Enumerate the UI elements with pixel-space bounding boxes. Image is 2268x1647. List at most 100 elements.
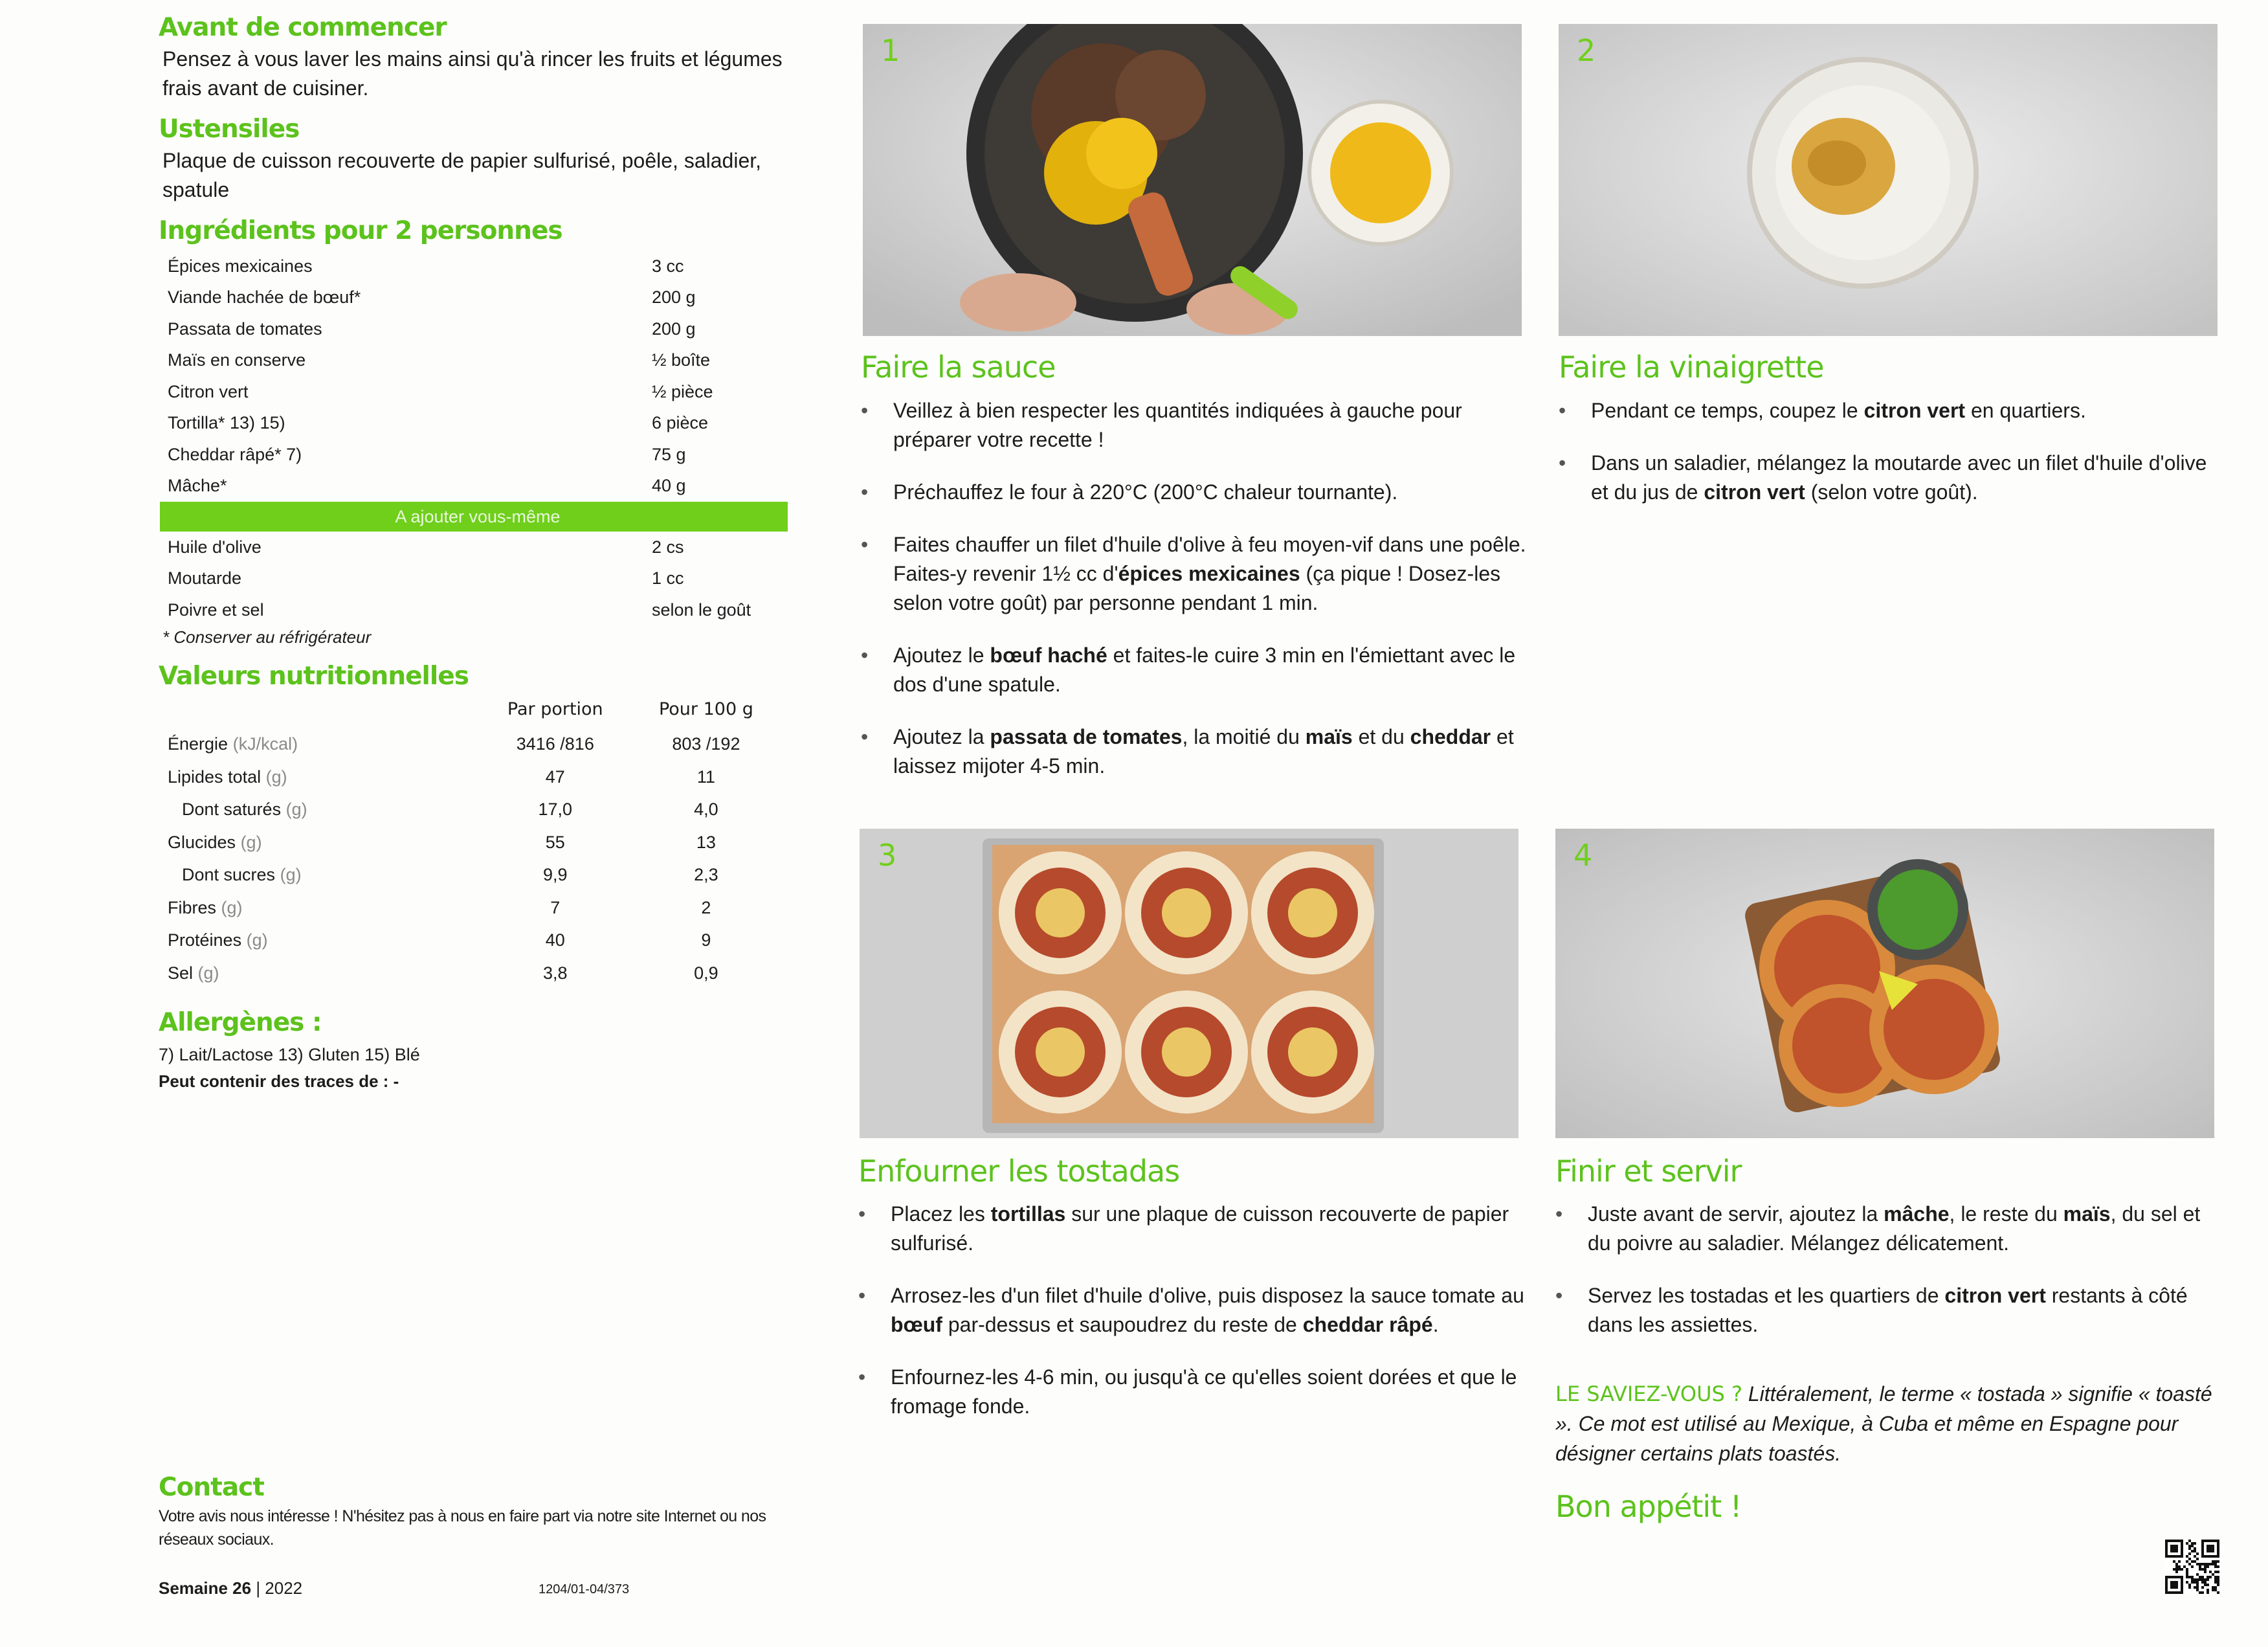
nutrient-unit: (g) (265, 767, 287, 787)
nutrient-per-portion: 47 (545, 767, 565, 787)
instruction-item: Faites chauffer un filet d'huile d'olive… (861, 530, 1528, 618)
nutrient-unit: (g) (280, 865, 302, 885)
ingredient-quantity: ½ boîte (652, 350, 711, 370)
frying-pan-image (863, 24, 1522, 336)
ingredient-row: Huile d'olive 2 cs (160, 532, 788, 563)
nutrient-per-portion: 3,8 (543, 963, 568, 983)
nutrient-per-portion: 40 (545, 930, 565, 950)
step-3-title: Enfourner les tostadas (858, 1154, 1180, 1189)
ingredient-quantity: 2 cs (652, 537, 684, 557)
ingredient-name: Citron vert (168, 381, 249, 401)
allergens-list: 7) Lait/Lactose 13) Gluten 15) Blé (159, 1044, 420, 1064)
week-number: Semaine 26 (159, 1578, 252, 1598)
qr-code[interactable] (2165, 1540, 2219, 1594)
nutrient-per-100g: 13 (696, 832, 716, 852)
recipe-code: 1204/01-04/373 (539, 1582, 630, 1597)
instruction-item: Juste avant de servir, ajoutez la mâche,… (1555, 1200, 2229, 1258)
nutrition-row: Énergie (kJ/kcal) 3416 /816 803 /192 (160, 728, 781, 761)
nutrient-label: Fibres (168, 897, 217, 917)
step-4-number: 4 (1573, 838, 1593, 873)
instruction-item: Veillez à bien respecter les quantités i… (861, 396, 1528, 454)
ingredient-row: Tortilla* 13) 15) 6 pièce (160, 408, 788, 440)
nutrient-per-portion: 9,9 (543, 865, 568, 885)
ingredient-row: Viande hachée de bœuf* 200 g (160, 282, 788, 314)
storage-note: * Conserver au réfrigérateur (162, 627, 372, 647)
step-2-instructions: Pendant ce temps, coupez le citron vert … (1559, 396, 2225, 530)
nutrient-unit: (g) (246, 930, 268, 950)
recipe-info-column: Avant de commencer Pensez à vous laver l… (159, 13, 806, 1094)
allergens-traces: Peut contenir des traces de : - (159, 1071, 399, 1091)
nutrient-label: Lipides total (168, 767, 261, 787)
utensils-title: Ustensiles (159, 115, 300, 144)
ingredients-title: Ingrédients pour 2 personnes (159, 216, 563, 245)
contact-text: Votre avis nous intéresse ! N'hésitez pa… (159, 1507, 766, 1549)
step-4-photo: 4 (1555, 829, 2214, 1138)
nutrition-row: Protéines (g) 40 9 (160, 924, 781, 958)
nutrition-row: Dont saturés (g) 17,0 4,0 (160, 794, 781, 827)
instruction-item: Enfournez-les 4-6 min, ou jusqu'à ce qu'… (858, 1363, 1525, 1421)
ingredient-name: Épices mexicaines (168, 256, 313, 276)
nutrient-per-portion: 7 (550, 897, 561, 917)
ingredient-name: Huile d'olive (168, 537, 261, 557)
instruction-item: Pendant ce temps, coupez le citron vert … (1559, 396, 2225, 425)
footer-week: Semaine 26 | 2022 (159, 1578, 303, 1598)
instruction-item: Arrosez-les d'un filet d'huile d'olive, … (858, 1281, 1525, 1339)
ingredient-quantity: 200 g (652, 287, 696, 308)
col-per-portion: Par portion (507, 699, 603, 719)
nutrient-label: Énergie (168, 734, 228, 754)
ingredient-row: Passata de tomates 200 g (160, 313, 788, 345)
nutrient-unit: (g) (221, 897, 243, 917)
intro-title: Avant de commencer (159, 13, 447, 42)
nutrient-label: Dont sucres (182, 865, 276, 885)
nutrient-per-100g: 11 (696, 767, 715, 787)
nutrient-unit: (kJ/kcal) (232, 734, 298, 754)
nutrient-per-portion: 17,0 (538, 800, 573, 820)
nutrient-per-100g: 9 (701, 930, 711, 950)
instruction-item: Placez les tortillas sur une plaque de c… (858, 1200, 1525, 1258)
step-3-photo: 3 (860, 829, 1518, 1138)
nutrient-unit: (g) (285, 800, 307, 820)
instruction-item: Servez les tostadas et les quartiers de … (1555, 1281, 2229, 1339)
ingredient-quantity: selon le goût (652, 599, 751, 620)
nutrient-per-100g: 2 (701, 897, 711, 917)
ingredient-name: Cheddar râpé* 7) (168, 444, 302, 464)
step-3-number: 3 (878, 838, 897, 873)
nutrient-label: Protéines (168, 930, 242, 950)
step-4-title: Finir et servir (1555, 1154, 1742, 1189)
step-1-title: Faire la sauce (861, 350, 1056, 385)
nutrition-table: Par portion Pour 100 g Énergie (kJ/kcal)… (160, 691, 781, 990)
ingredient-name: Maïs en conserve (168, 350, 306, 370)
instruction-item: Dans un saladier, mélangez la moutarde a… (1559, 449, 2225, 507)
step-2-number: 2 (1577, 33, 1596, 68)
utensils-text: Plaque de cuisson recouverte de papier s… (162, 149, 762, 201)
add-yourself-label: A ajouter vous-même (160, 502, 788, 532)
step-1-instructions: Veillez à bien respecter les quantités i… (861, 396, 1528, 804)
nutrient-label: Glucides (168, 832, 236, 852)
instruction-item: Ajoutez le bœuf haché et faites-le cuire… (861, 641, 1528, 699)
ingredient-quantity: 40 g (652, 476, 686, 496)
intro-text: Pensez à vous laver les mains ainsi qu'à… (162, 47, 783, 100)
nutrient-unit: (g) (197, 963, 219, 983)
ingredient-name: Moutarde (168, 568, 242, 588)
ingredient-row: Cheddar râpé* 7) 75 g (160, 439, 788, 471)
bon-appetit: Bon appétit ! (1555, 1489, 1742, 1524)
step-2-title: Faire la vinaigrette (1559, 350, 1825, 385)
ingredient-row: Poivre et sel selon le goût (160, 594, 788, 626)
ingredient-quantity: 3 cc (652, 256, 684, 276)
ingredient-quantity: 200 g (652, 319, 696, 339)
ingredient-quantity: 6 pièce (652, 413, 709, 433)
nutrient-per-100g: 803 /192 (672, 734, 740, 754)
step-1-number: 1 (881, 33, 900, 68)
did-you-know-label: LE SAVIEZ-VOUS ? (1555, 1382, 1742, 1406)
contact-section: Contact Votre avis nous intéresse ! N'hé… (159, 1473, 786, 1551)
step-3-instructions: Placez les tortillas sur une plaque de c… (858, 1200, 1525, 1444)
ingredient-quantity: ½ pièce (652, 381, 713, 401)
qr-code-icon (2165, 1540, 2219, 1594)
nutrient-per-portion: 3416 /816 (516, 734, 594, 754)
nutrition-row: Sel (g) 3,8 0,9 (160, 957, 781, 990)
contact-title: Contact (159, 1473, 265, 1502)
ingredient-name: Passata de tomates (168, 319, 322, 339)
nutrition-row: Glucides (g) 55 13 (160, 826, 781, 859)
ingredient-name: Mâche* (168, 476, 227, 496)
nutrient-per-100g: 2,3 (694, 865, 718, 885)
